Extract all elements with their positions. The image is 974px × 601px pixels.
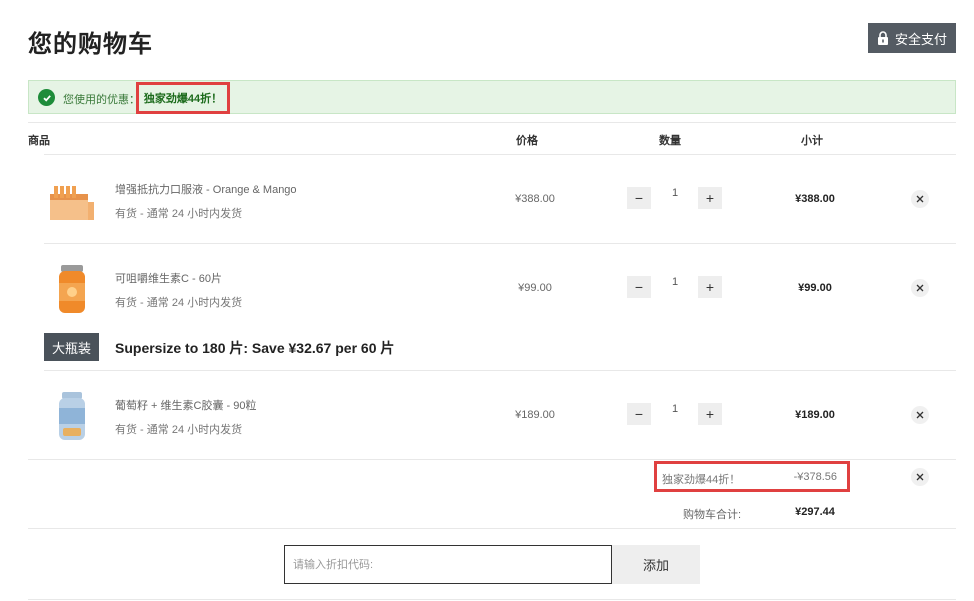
discount-label: 独家劲爆44折！	[662, 474, 741, 486]
item-name[interactable]: 可咀嚼维生素C - 60片	[115, 270, 222, 286]
quantity-increase-button[interactable]: +	[698, 187, 722, 209]
product-image-vitamin-c	[59, 265, 85, 313]
quantity-value: 1	[671, 187, 679, 199]
promo-applied-banner: 您使用的优惠： 独家劲爆44折！	[28, 80, 956, 114]
cart-total-value: ¥297.44	[795, 506, 835, 518]
supersize-badge: 大瓶装	[44, 333, 99, 361]
item-name[interactable]: 葡萄籽 + 维生素C胶囊 - 90粒	[115, 397, 257, 413]
column-header-subtotal: 小计	[801, 135, 823, 147]
divider	[28, 459, 956, 460]
item-stock-status: 有货 - 通常 24 小时内发货	[115, 424, 243, 436]
quantity-increase-button[interactable]: +	[698, 276, 722, 298]
divider	[28, 528, 956, 529]
remove-item-button[interactable]	[911, 279, 929, 297]
column-header-product: 商品	[28, 135, 50, 147]
quantity-decrease-button[interactable]: −	[627, 276, 651, 298]
close-icon	[916, 473, 924, 481]
divider	[44, 243, 956, 244]
divider	[28, 122, 956, 123]
cart-total-label: 购物车合计:	[683, 509, 742, 521]
page-title: 您的购物车	[28, 31, 153, 58]
add-discount-button[interactable]: 添加	[612, 545, 700, 584]
product-image-grape-seed	[59, 392, 85, 440]
quantity-decrease-button[interactable]: −	[627, 403, 651, 425]
promo-code-highlight: 独家劲爆44折！	[136, 82, 230, 114]
close-icon	[916, 284, 924, 292]
close-icon	[916, 195, 924, 203]
remove-discount-button[interactable]	[911, 468, 929, 486]
lock-icon	[877, 31, 888, 45]
item-stock-status: 有货 - 通常 24 小时内发货	[115, 208, 243, 220]
remove-item-button[interactable]	[911, 190, 929, 208]
quantity-value: 1	[671, 403, 679, 415]
supersize-offer-link[interactable]: Supersize to 180 片: Save ¥32.67 per 60 片	[115, 338, 394, 358]
promo-label: 您使用的优惠：	[63, 94, 140, 106]
item-subtotal: ¥388.00	[795, 193, 835, 205]
column-header-price: 价格	[516, 135, 538, 147]
item-name[interactable]: 增强抵抗力口服液 - Orange & Mango	[115, 181, 297, 197]
divider	[44, 370, 956, 371]
check-circle-icon	[38, 89, 55, 106]
item-subtotal: ¥99.00	[798, 282, 832, 294]
column-header-quantity: 数量	[659, 135, 681, 147]
quantity-value: 1	[671, 276, 679, 288]
discount-value: -¥378.56	[793, 471, 837, 483]
quantity-decrease-button[interactable]: −	[627, 187, 651, 209]
secure-payment-label: 安全支付	[894, 31, 947, 47]
item-stock-status: 有货 - 通常 24 小时内发货	[115, 297, 243, 309]
remove-item-button[interactable]	[911, 406, 929, 424]
item-subtotal: ¥189.00	[795, 409, 835, 421]
item-price: ¥99.00	[518, 282, 552, 294]
item-price: ¥388.00	[515, 193, 555, 205]
quantity-increase-button[interactable]: +	[698, 403, 722, 425]
product-image-orange-mango	[50, 186, 94, 220]
discount-row-highlight: 独家劲爆44折！ -¥378.56	[654, 461, 850, 492]
item-price: ¥189.00	[515, 409, 555, 421]
discount-code-input[interactable]	[284, 545, 612, 584]
divider	[44, 154, 956, 155]
secure-payment-button[interactable]: 安全支付	[868, 23, 956, 53]
divider	[28, 599, 956, 600]
close-icon	[916, 411, 924, 419]
